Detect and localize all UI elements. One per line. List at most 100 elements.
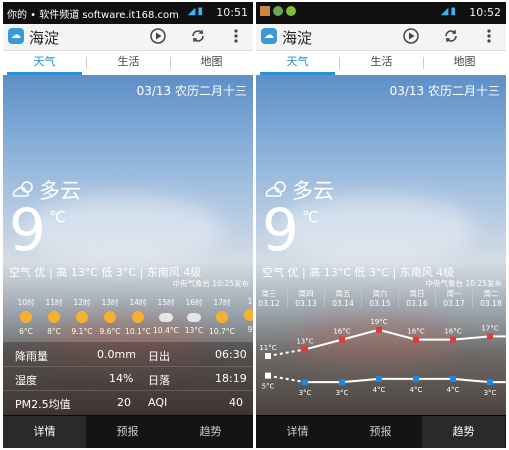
series-1-label: 4°C <box>373 386 386 394</box>
app-logo-icon: ☁ <box>261 28 277 44</box>
series-0-point <box>265 353 271 359</box>
temperature-unit: ℃ <box>302 208 319 226</box>
hour-label: 17时 <box>213 298 231 307</box>
forecast-day[interactable]: 周三 03.12 <box>256 289 287 309</box>
forecast-day[interactable]: 周日 03.16 <box>398 289 435 309</box>
tab-trend[interactable]: 趋势 <box>422 416 505 448</box>
day-name: 周四 <box>298 289 314 298</box>
signal-icons: ◢▮ <box>440 6 458 17</box>
notification-icons <box>260 6 299 17</box>
forecast-days: 周三 03.12 周四 03.13 周五 03.14 周六 03.15 周日 03.16 周一 03.… <box>256 289 506 311</box>
series-0-point <box>376 326 382 333</box>
tab-life[interactable]: 生活 <box>340 51 423 75</box>
watermark: 你的 • 软件频道 software.it168.com <box>7 10 179 21</box>
series-1-point <box>302 379 308 386</box>
stat-label: 日出 <box>148 350 170 363</box>
hour-temp: 9.1°C <box>71 327 93 336</box>
tab-map[interactable]: 地图 <box>423 51 506 75</box>
hourly-item: 15时 10.4°C <box>152 292 180 335</box>
signal-icons: ◢▮ <box>187 6 205 17</box>
status-bar: 你的 • 软件频道 software.it168.com ◢▮ 10:51 <box>3 2 253 24</box>
sun-icon <box>48 311 60 323</box>
refresh-icon[interactable] <box>189 28 207 46</box>
tab-trend[interactable]: 趋势 <box>169 416 252 448</box>
hourly-item: 12时 9.1°C <box>68 292 96 336</box>
series-1-label: 4°C <box>447 386 460 394</box>
forecast-day[interactable]: 周四 03.13 <box>287 289 324 309</box>
tab-life[interactable]: 生活 <box>87 51 170 75</box>
day-date: 03.18 <box>480 299 502 308</box>
publish-info: 中央气象台 10:25发布 <box>425 279 503 288</box>
top-tabs: 天气 生活 地图 <box>256 51 506 75</box>
forecast-day[interactable]: 周六 03.15 <box>361 289 398 309</box>
series-0-point <box>339 336 345 343</box>
bottom-tabs: 详情 预报 趋势 <box>256 416 506 448</box>
lunar-date: 03/13 农历二月十三 <box>389 84 500 98</box>
tab-forecast[interactable]: 预报 <box>339 416 422 448</box>
refresh-icon[interactable] <box>442 28 460 46</box>
tab-details[interactable]: 详情 <box>256 416 339 448</box>
day-date: 03.15 <box>369 299 391 308</box>
series-1-point <box>413 375 419 382</box>
stat-row: 湿度 14% 日落 18:19 <box>3 368 253 391</box>
tab-forecast[interactable]: 预报 <box>86 416 169 448</box>
stat-value: 40 <box>229 396 243 409</box>
app-notification-icon <box>273 6 283 16</box>
current-temperature: 9 <box>9 196 46 264</box>
cloud-icon <box>159 313 173 322</box>
forecast-day[interactable]: 周五 03.14 <box>324 289 361 309</box>
day-name: 周五 <box>335 289 351 298</box>
bottom-tabs: 详情 预报 趋势 <box>3 416 253 448</box>
hourly-item: 14时 10.1°C <box>124 292 152 336</box>
menu-overflow-icon[interactable] <box>480 28 498 46</box>
hour-temp: 9.6°C <box>99 327 121 336</box>
hour-temp: 13°C <box>184 326 204 335</box>
series-0-point <box>413 336 419 343</box>
sun-icon <box>216 311 228 323</box>
cloud-blur <box>23 195 223 265</box>
hour-temp: 10.7°C <box>209 327 235 336</box>
tab-details[interactable]: 详情 <box>3 416 86 448</box>
stat-label: AQI <box>148 396 168 409</box>
series-0-point <box>487 333 493 340</box>
play-icon[interactable] <box>402 28 420 46</box>
status-time: 10:52 <box>469 6 501 19</box>
series-0-point <box>302 346 308 353</box>
series-1-label: 3°C <box>299 389 312 397</box>
sun-icon <box>244 309 253 321</box>
temperature-unit: ℃ <box>49 208 66 226</box>
series-0-label: 17°C <box>481 324 498 332</box>
stat-value: 06:30 <box>215 348 247 361</box>
city-name[interactable]: 海淀 <box>29 27 59 48</box>
sun-icon <box>20 311 32 323</box>
stat-label: 日落 <box>148 374 170 387</box>
tab-map[interactable]: 地图 <box>170 51 253 75</box>
hour-temp: 10.4°C <box>153 326 179 335</box>
series-0-label: 11°C <box>259 344 276 352</box>
hour-label: 16时 <box>185 298 203 307</box>
forecast-day[interactable]: 周二 03.18 <box>472 289 506 309</box>
cloud-blur <box>276 195 476 265</box>
hourly-item: 16时 13°C <box>180 292 208 335</box>
hour-temp: 10.1°C <box>125 327 151 336</box>
city-name[interactable]: 海淀 <box>282 27 312 48</box>
day-date: 03.13 <box>295 299 317 308</box>
stat-value: 20 <box>117 396 131 409</box>
cloud-icon <box>187 313 201 322</box>
series-1-label: 3°C <box>336 389 349 397</box>
day-date: 03.16 <box>406 299 428 308</box>
temperature-trend-chart: 11°C 13°C 16°C 19°C 16°C 16°C 17°C 5°C 3°C 3°C 4°C… <box>259 318 506 397</box>
menu-overflow-icon[interactable] <box>227 28 245 46</box>
hourly-item: 13时 9.6°C <box>96 292 124 336</box>
hourly-item: 17时 10.7°C <box>208 292 236 336</box>
stat-label: PM2.5均值 <box>15 398 71 411</box>
screen-details: 你的 • 软件频道 software.it168.com ◢▮ 10:51 ☁ … <box>3 2 253 448</box>
forecast-day[interactable]: 周一 03.17 <box>435 289 472 309</box>
app-notification-icon <box>260 6 270 16</box>
hourly-item: 19 <box>236 292 253 334</box>
hour-label: 1 <box>247 297 253 306</box>
play-icon[interactable] <box>149 28 167 46</box>
sun-icon <box>104 311 116 323</box>
series-0-label: 19°C <box>370 318 387 326</box>
app-bar: ☁ 海淀 <box>3 24 253 51</box>
